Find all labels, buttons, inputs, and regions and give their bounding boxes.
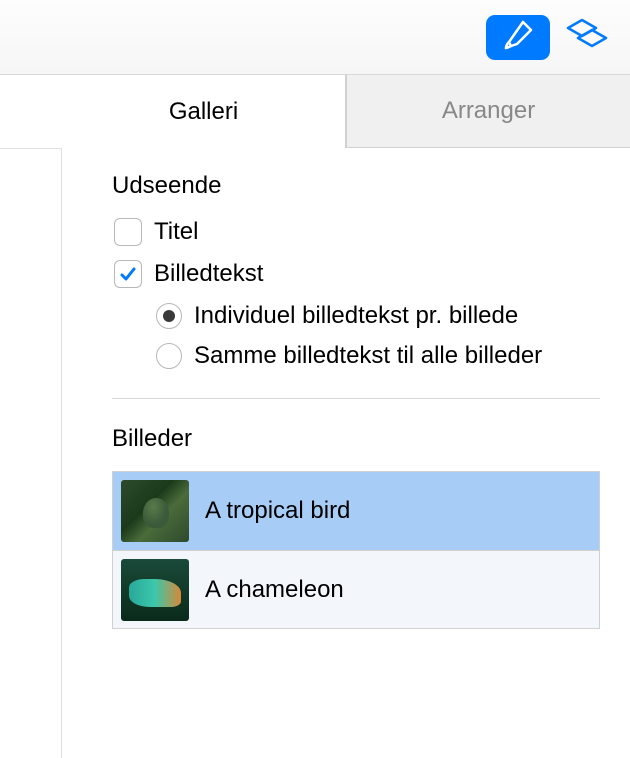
format-button[interactable] [486,15,550,60]
image-caption-label: A tropical bird [205,497,350,525]
list-item[interactable]: A chameleon [113,550,599,628]
main-area: Galleri Arranger Udseende Titel Billedte… [0,75,630,758]
organize-button[interactable] [562,15,610,60]
inspector-panel: Galleri Arranger Udseende Titel Billedte… [62,75,630,758]
radio-same-label: Samme billedtekst til alle billeder [194,342,542,370]
tab-gallery[interactable]: Galleri [62,75,346,148]
image-caption-label: A chameleon [205,576,344,604]
paintbrush-icon [501,18,535,57]
caption-checkbox-row: Billedtekst [112,260,600,288]
title-checkbox-row: Titel [112,218,600,246]
image-thumbnail [121,480,189,542]
appearance-title: Udseende [112,172,600,200]
image-thumbnail [121,559,189,621]
images-section: Billeder A tropical bird A chameleon [62,399,630,629]
document-edge [0,148,62,758]
images-list: A tropical bird A chameleon [112,471,600,629]
caption-checkbox[interactable] [114,260,142,288]
tab-arrange[interactable]: Arranger [346,75,630,148]
caption-radio-group: Individuel billedtekst pr. billede Samme… [112,302,600,370]
title-checkbox-label: Titel [154,218,198,246]
radio-individual-row: Individuel billedtekst pr. billede [156,302,600,330]
title-checkbox[interactable] [114,218,142,246]
caption-checkbox-label: Billedtekst [154,260,263,288]
radio-same-row: Samme billedtekst til alle billeder [156,342,600,370]
appearance-section: Udseende Titel Billedtekst Individuel bi… [62,148,630,399]
radio-same[interactable] [156,343,182,369]
list-item[interactable]: A tropical bird [113,472,599,550]
inspector-tabs: Galleri Arranger [62,75,630,148]
images-title: Billeder [112,425,600,453]
toolbar [0,0,630,75]
shapes-icon [564,16,608,59]
radio-individual[interactable] [156,303,182,329]
radio-individual-label: Individuel billedtekst pr. billede [194,302,518,330]
